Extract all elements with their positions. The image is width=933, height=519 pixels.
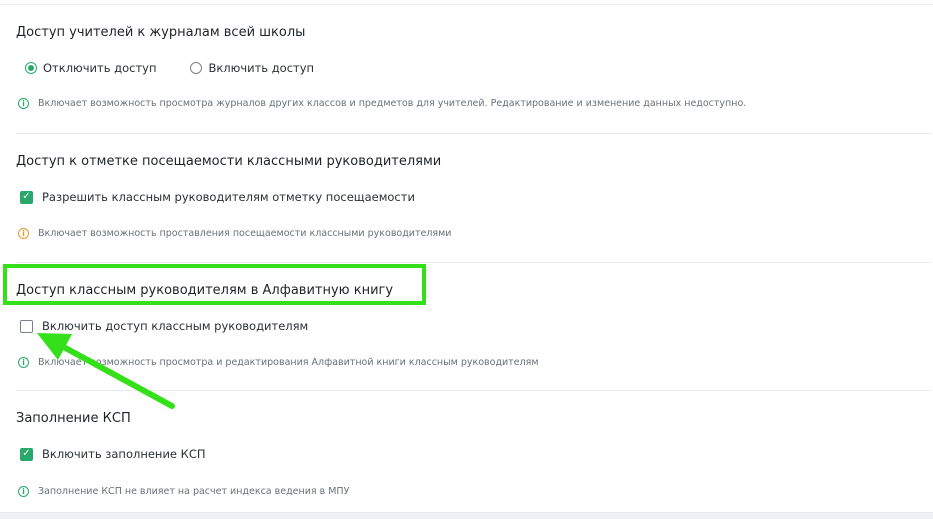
radio-disable-access-label[interactable]: Отключить доступ — [43, 61, 156, 75]
hint-text: Включает возможность проставления посеща… — [38, 228, 452, 239]
annotation-highlight-box — [3, 264, 426, 305]
checkbox-row-ksp[interactable]: ✓ Включить заполнение КСП — [20, 447, 206, 461]
checkbox-row-attendance[interactable]: ✓ Разрешить классным руководителям отмет… — [20, 190, 415, 204]
section-title-attendance: Доступ к отметке посещаемости классными … — [16, 154, 442, 169]
section-title-teachers-journals: Доступ учителей к журналам всей школы — [16, 25, 306, 40]
hint-text: Заполнение КСП не влияет на расчет индек… — [38, 486, 350, 497]
section-divider — [16, 390, 932, 391]
checkbox-row-alphabet-book[interactable]: Включить доступ классным руководителям — [20, 319, 308, 333]
hint-text: Включает возможность просмотра и редакти… — [38, 357, 539, 368]
hint-alphabet-book: i Включает возможность просмотра и редак… — [18, 357, 539, 368]
radio-enable-access-label[interactable]: Включить доступ — [208, 61, 314, 75]
checkbox-alphabet-book-label[interactable]: Включить доступ классным руководителям — [42, 319, 308, 333]
checkbox-ksp[interactable]: ✓ — [20, 447, 33, 461]
checkbox-attendance[interactable]: ✓ — [20, 190, 33, 204]
checkbox-alphabet-book[interactable] — [20, 319, 33, 333]
hint-attendance: i Включает возможность проставления посе… — [18, 228, 451, 239]
settings-card: Доступ учителей к журналам всей школы От… — [0, 0, 933, 513]
checkbox-attendance-label[interactable]: Разрешить классным руководителям отметку… — [42, 190, 415, 204]
info-icon: i — [18, 486, 29, 497]
radio-enable-access[interactable] — [190, 62, 203, 74]
radio-disable-access[interactable] — [25, 62, 37, 74]
info-icon: i — [18, 357, 29, 368]
section-title-ksp: Заполнение КСП — [16, 411, 131, 426]
radio-group-teachers-journals: Отключить доступ Включить доступ — [25, 61, 314, 75]
top-divider — [0, 4, 933, 5]
section-divider — [16, 262, 932, 263]
hint-teachers-journals: i Включает возможность просмотра журнало… — [18, 98, 746, 109]
section-divider — [16, 133, 932, 134]
checkbox-ksp-label[interactable]: Включить заполнение КСП — [42, 447, 206, 461]
hint-text: Включает возможность просмотра журналов … — [38, 98, 747, 109]
warning-icon: i — [18, 228, 29, 239]
info-icon: i — [18, 98, 29, 109]
hint-ksp: i Заполнение КСП не влияет на расчет инд… — [18, 486, 349, 497]
